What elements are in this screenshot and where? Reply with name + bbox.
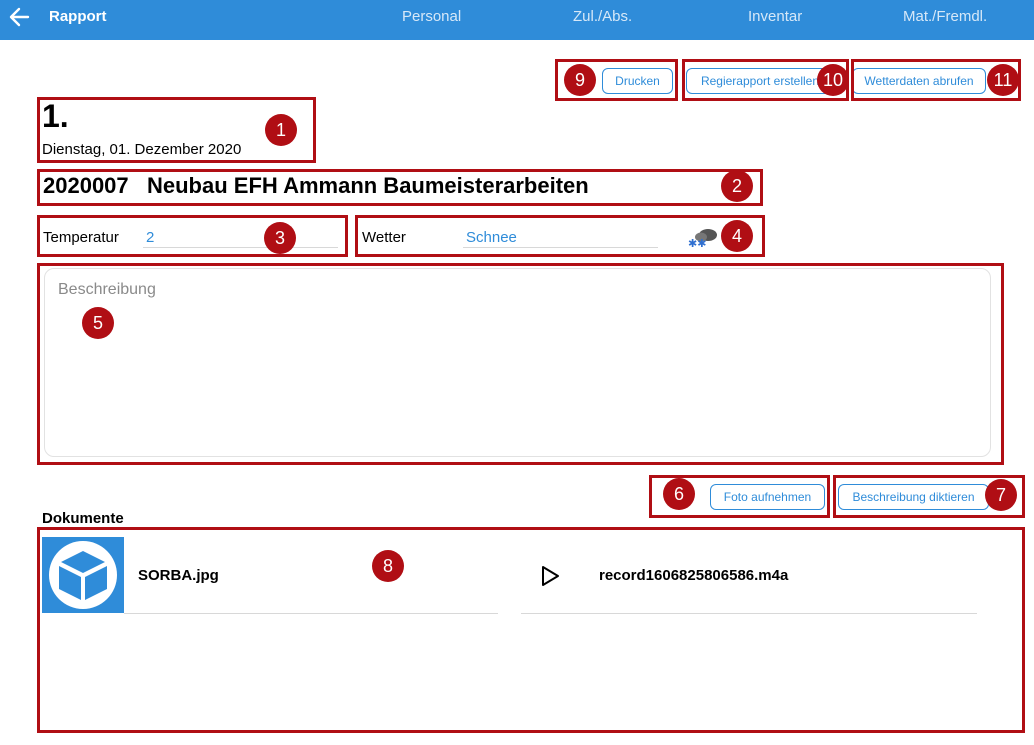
callout-badge: 7 [985,479,1017,511]
tab-mat-fremdl[interactable]: Mat./Fremdl. [903,8,987,25]
page-title: Rapport [49,8,107,25]
callout-badge: 1 [265,114,297,146]
callout-badge: 3 [264,222,296,254]
tab-personal[interactable]: Personal [402,8,461,25]
callout-badge: 2 [721,170,753,202]
tab-inventar[interactable]: Inventar [748,8,802,25]
highlight-frame [37,169,763,206]
highlight-frame [355,215,765,257]
callout-badge: 8 [372,550,404,582]
tab-zul-abs[interactable]: Zul./Abs. [573,8,632,25]
callout-badge: 10 [817,64,849,96]
callout-badge: 11 [987,64,1019,96]
highlight-frame [37,527,1025,733]
highlight-frame [37,215,348,257]
callout-badge: 9 [564,64,596,96]
callout-badge: 4 [721,220,753,252]
back-arrow-icon[interactable] [8,6,30,28]
documents-heading: Dokumente [42,510,124,527]
callout-badge: 6 [663,478,695,510]
top-bar: Rapport Personal Zul./Abs. Inventar Mat.… [0,0,1034,40]
highlight-frame [37,263,1004,465]
callout-badge: 5 [82,307,114,339]
